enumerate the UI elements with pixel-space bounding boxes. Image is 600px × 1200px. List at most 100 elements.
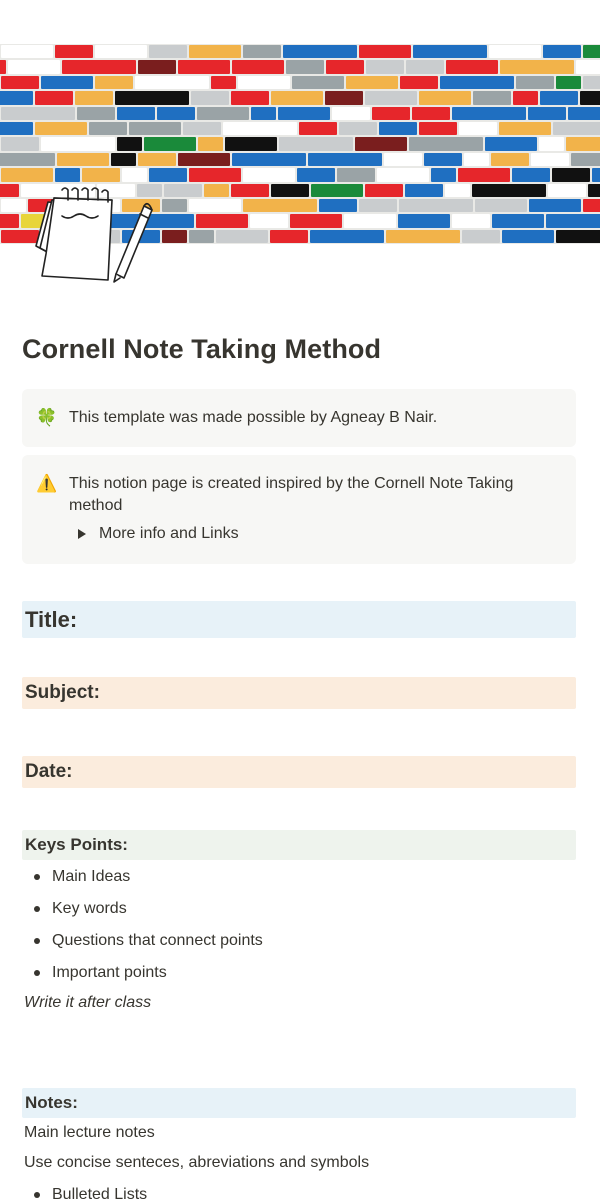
cover-brick bbox=[232, 152, 306, 167]
cover-brick bbox=[365, 183, 403, 197]
cover-brick bbox=[502, 229, 554, 244]
four-leaf-clover-icon[interactable]: 🍀 bbox=[36, 407, 58, 429]
cover-brick bbox=[95, 45, 147, 59]
cover-brick bbox=[546, 214, 600, 228]
heading-subject[interactable]: Subject: bbox=[22, 677, 576, 709]
toggle-more-info-label: More info and Links bbox=[99, 525, 239, 542]
cover-brick bbox=[491, 152, 529, 167]
cover-brick bbox=[492, 214, 544, 228]
cover-brick bbox=[183, 121, 221, 136]
cover-brick bbox=[286, 60, 324, 74]
cover-brick bbox=[1, 198, 26, 213]
callout-info-text: This notion page is created inspired by … bbox=[69, 475, 514, 514]
notes-line[interactable]: Use concise senteces, abreviations and s… bbox=[24, 1154, 369, 1172]
cover-brick bbox=[337, 168, 375, 182]
cover-brick bbox=[440, 75, 514, 90]
list-item[interactable]: Key words bbox=[22, 898, 127, 920]
heading-notes[interactable]: Notes: bbox=[22, 1088, 576, 1118]
cover-brick bbox=[178, 60, 230, 74]
cover-brick bbox=[55, 45, 93, 59]
toggle-more-info[interactable]: More info and Links bbox=[76, 525, 239, 543]
cover-brick bbox=[446, 60, 498, 74]
notes-line[interactable]: Main lecture notes bbox=[24, 1124, 155, 1142]
cover-brick bbox=[326, 60, 364, 74]
cover-brick bbox=[325, 91, 363, 105]
cover-brick bbox=[35, 121, 87, 136]
cover-brick bbox=[1, 137, 39, 151]
cover-brick bbox=[458, 168, 510, 182]
cover-brick bbox=[384, 152, 422, 167]
page-title[interactable]: Cornell Note Taking Method bbox=[22, 334, 381, 365]
cover-brick bbox=[111, 152, 136, 167]
cover-brick bbox=[406, 60, 444, 74]
cover-brick bbox=[386, 229, 460, 244]
cover-brick bbox=[566, 137, 600, 151]
cover-brick bbox=[117, 106, 155, 120]
cover-brick bbox=[489, 45, 541, 59]
cover-brick bbox=[571, 152, 600, 167]
toggle-triangle-icon[interactable] bbox=[78, 529, 86, 539]
cover-brick bbox=[500, 60, 574, 74]
heading-keypoints[interactable]: Keys Points: bbox=[22, 830, 576, 860]
cover-brick bbox=[372, 106, 410, 120]
cover-brick bbox=[0, 214, 19, 228]
callout-credit[interactable]: 🍀 This template was made possible by Agn… bbox=[22, 389, 576, 447]
cover-brick bbox=[452, 214, 490, 228]
heading-title[interactable]: Title: bbox=[22, 601, 576, 638]
cover-brick bbox=[82, 168, 120, 182]
cover-brick bbox=[365, 91, 417, 105]
cover-brick bbox=[225, 137, 277, 151]
cover-brick bbox=[531, 152, 569, 167]
cover-brick bbox=[592, 168, 600, 182]
warning-icon[interactable]: ⚠️ bbox=[36, 473, 58, 495]
notepad-pencil-icon[interactable] bbox=[32, 184, 156, 284]
keypoints-note[interactable]: Write it after class bbox=[24, 994, 151, 1012]
cover-brick bbox=[232, 60, 284, 74]
bullet-dot bbox=[34, 938, 40, 944]
cover-brick bbox=[419, 121, 457, 136]
cover-brick bbox=[516, 75, 554, 90]
cover-brick bbox=[464, 152, 489, 167]
list-item-text: Important points bbox=[52, 964, 167, 981]
cover-brick bbox=[204, 183, 229, 197]
cover-brick bbox=[1, 75, 39, 90]
cover-brick bbox=[512, 168, 550, 182]
cover-brick bbox=[198, 137, 223, 151]
cover-brick bbox=[283, 45, 357, 59]
cover-brick bbox=[211, 75, 236, 90]
cover-brick bbox=[231, 91, 269, 105]
cover-brick bbox=[0, 121, 33, 136]
cover-brick bbox=[95, 75, 133, 90]
cover-brick bbox=[308, 152, 382, 167]
cover-brick bbox=[431, 168, 456, 182]
cover-brick bbox=[243, 45, 281, 59]
cover-brick bbox=[197, 106, 249, 120]
list-item[interactable]: Important points bbox=[22, 962, 167, 984]
cover-brick bbox=[129, 121, 181, 136]
cover-brick bbox=[162, 229, 187, 244]
cover-brick bbox=[576, 60, 600, 74]
cover-brick bbox=[409, 137, 483, 151]
cover-brick bbox=[405, 183, 443, 197]
cover-brick bbox=[189, 168, 241, 182]
cover-brick bbox=[319, 198, 357, 213]
cover-brick bbox=[149, 45, 187, 59]
list-item[interactable]: Questions that connect points bbox=[22, 930, 263, 952]
heading-date[interactable]: Date: bbox=[22, 756, 576, 788]
cover-brick bbox=[144, 137, 196, 151]
list-item[interactable]: Bulleted Lists bbox=[22, 1184, 147, 1200]
cover-brick bbox=[462, 229, 500, 244]
bullet-dot bbox=[34, 1192, 40, 1198]
list-item[interactable]: Main Ideas bbox=[22, 866, 130, 888]
heading-notes-label: Notes: bbox=[25, 1093, 78, 1112]
cover-brick bbox=[339, 121, 377, 136]
cover-brick bbox=[1, 45, 53, 59]
cover-brick bbox=[55, 168, 80, 182]
callout-info[interactable]: ⚠️ This notion page is created inspired … bbox=[22, 455, 576, 564]
list-item-text: Questions that connect points bbox=[52, 932, 263, 949]
cover-brick bbox=[41, 75, 93, 90]
cover-brick bbox=[138, 60, 176, 74]
list-item-text: Bulleted Lists bbox=[52, 1186, 148, 1200]
cover-brick bbox=[223, 121, 297, 136]
cover-brick bbox=[459, 121, 497, 136]
